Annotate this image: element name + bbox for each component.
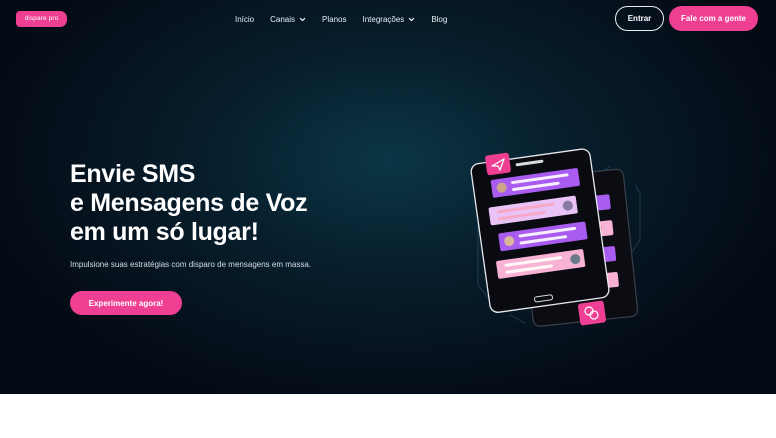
hero-subtitle: Impulsione suas estratégias com disparo …: [70, 260, 312, 269]
page-lower-section: [0, 394, 776, 438]
contact-button[interactable]: Fale com a gente: [669, 6, 758, 31]
nav-item-label: Blog: [431, 14, 448, 24]
nav-item-label: Início: [235, 14, 255, 24]
nav-item-canais[interactable]: Canais: [270, 15, 306, 24]
hero-section: dispare pro Início Canais Planos Integra…: [0, 0, 776, 394]
phone-illustration: [470, 145, 650, 330]
nav-item-label: Planos: [322, 14, 347, 24]
chevron-down-icon: [408, 16, 415, 23]
nav-item-planos[interactable]: Planos: [322, 15, 346, 24]
headline-line-2: e Mensagens de Voz: [70, 189, 308, 217]
hero-headline: Envie SMS e Mensagens de Voz em um só lu…: [70, 160, 370, 247]
paper-plane-icon: [485, 152, 511, 176]
headline-line-3: em um só lugar!: [70, 218, 259, 246]
nav-item-label: Integrações: [362, 14, 405, 24]
try-now-button[interactable]: Experimente agora!: [70, 291, 182, 315]
brand-logo[interactable]: dispare pro: [16, 11, 67, 27]
nav-item-blog[interactable]: Blog: [431, 15, 447, 24]
nav-item-label: Canais: [270, 14, 296, 24]
chevron-down-icon: [299, 16, 306, 23]
chat-bubble-icon: [577, 300, 607, 326]
main-nav: Início Canais Planos Integrações Blog: [235, 12, 463, 26]
nav-item-integracoes[interactable]: Integrações: [363, 15, 416, 24]
nav-item-inicio[interactable]: Início: [235, 15, 254, 24]
headline-line-1: Envie SMS: [70, 160, 196, 188]
login-button[interactable]: Entrar: [615, 6, 664, 31]
